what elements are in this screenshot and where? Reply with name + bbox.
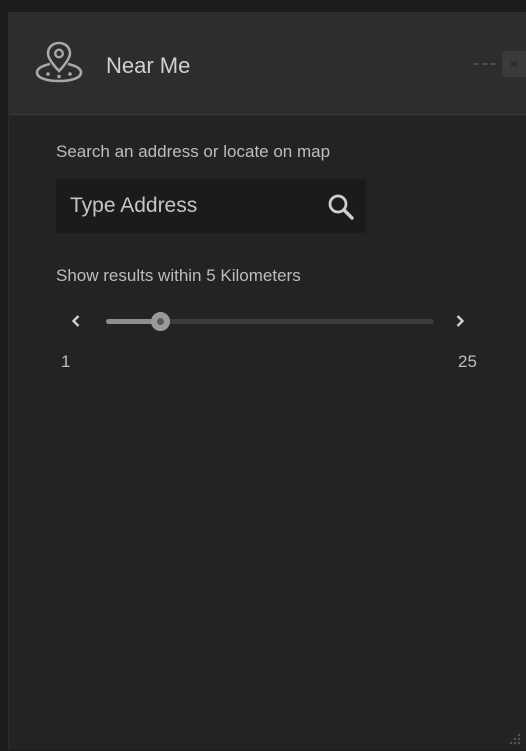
chevron-right-icon[interactable] bbox=[450, 308, 470, 334]
address-search-input[interactable] bbox=[56, 179, 306, 233]
slider-max-label: 25 bbox=[458, 352, 477, 371]
slider-track[interactable] bbox=[106, 312, 434, 331]
location-pin-icon bbox=[33, 40, 85, 84]
close-icon[interactable] bbox=[502, 51, 526, 77]
near-me-panel: Near Me Search an address or locate on m… bbox=[8, 12, 526, 750]
address-search-box bbox=[56, 179, 366, 233]
slider-thumb[interactable] bbox=[150, 312, 170, 331]
search-instruction: Search an address or locate on map bbox=[56, 142, 331, 161]
radius-label: Show results within 5 Kilometers bbox=[56, 266, 301, 285]
slider-min-label: 1 bbox=[61, 352, 71, 371]
chevron-left-icon[interactable] bbox=[66, 308, 86, 334]
radius-slider bbox=[56, 296, 486, 346]
minimize-icon[interactable] bbox=[468, 52, 502, 76]
resize-grip-icon[interactable] bbox=[508, 732, 522, 746]
window-controls bbox=[468, 49, 526, 79]
panel-header: Near Me bbox=[9, 13, 526, 115]
search-icon[interactable] bbox=[326, 192, 356, 222]
panel-body: Search an address or locate on map Show … bbox=[9, 115, 526, 750]
panel-title: Near Me bbox=[106, 53, 191, 78]
